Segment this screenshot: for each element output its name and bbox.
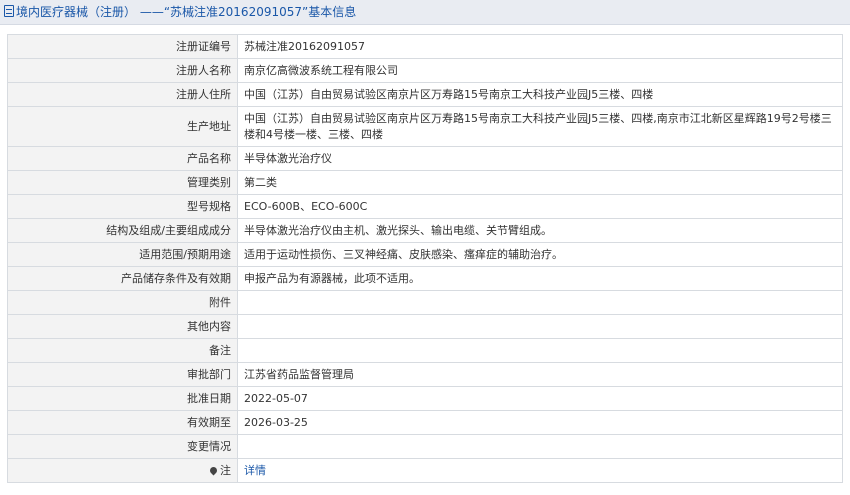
row-label: 有效期至 — [7, 410, 238, 435]
table-row: 其他内容 — [7, 314, 843, 339]
table-row: 变更情况 — [7, 434, 843, 459]
table-row: 有效期至 2026-03-25 — [7, 410, 843, 435]
table-row: 生产地址 中国（江苏）自由贸易试验区南京片区万寿路15号南京工大科技产业园J5三… — [7, 106, 843, 147]
row-label: 注册人住所 — [7, 82, 238, 107]
detail-link[interactable]: 详情 — [244, 464, 266, 477]
note-row: 注 详情 — [7, 458, 843, 483]
basic-info-table: 注册证编号 苏械注准20162091057 注册人名称 南京亿高微波系统工程有限… — [7, 34, 843, 483]
row-value: 中国（江苏）自由贸易试验区南京片区万寿路15号南京工大科技产业园J5三楼、四楼,… — [237, 106, 843, 147]
row-value: 2026-03-25 — [237, 410, 843, 435]
table-row: 注册人住所 中国（江苏）自由贸易试验区南京片区万寿路15号南京工大科技产业园J5… — [7, 82, 843, 107]
row-value: 半导体激光治疗仪由主机、激光探头、输出电缆、关节臂组成。 — [237, 218, 843, 243]
row-value: 半导体激光治疗仪 — [237, 146, 843, 171]
row-value: 南京亿高微波系统工程有限公司 — [237, 58, 843, 83]
row-value — [237, 434, 843, 459]
document-icon — [4, 5, 14, 17]
row-label: 产品名称 — [7, 146, 238, 171]
row-label: 附件 — [7, 290, 238, 315]
table-row: 审批部门 江苏省药品监督管理局 — [7, 362, 843, 387]
row-label: 注册证编号 — [7, 34, 238, 59]
row-value: ECO-600B、ECO-600C — [237, 194, 843, 219]
table-row: 管理类别 第二类 — [7, 170, 843, 195]
row-value — [237, 338, 843, 363]
row-label: 注册人名称 — [7, 58, 238, 83]
row-value: 适用于运动性损伤、三叉神经痛、皮肤感染、瘙痒症的辅助治疗。 — [237, 242, 843, 267]
table-row: 型号规格 ECO-600B、ECO-600C — [7, 194, 843, 219]
row-label: 结构及组成/主要组成成分 — [7, 218, 238, 243]
row-label: 批准日期 — [7, 386, 238, 411]
row-value — [237, 314, 843, 339]
table-row: 产品名称 半导体激光治疗仪 — [7, 146, 843, 171]
row-value: 中国（江苏）自由贸易试验区南京片区万寿路15号南京工大科技产业园J5三楼、四楼 — [237, 82, 843, 107]
note-label-cell: 注 — [7, 458, 238, 483]
pin-icon — [208, 465, 219, 475]
row-value — [237, 290, 843, 315]
row-label: 其他内容 — [7, 314, 238, 339]
table-row: 结构及组成/主要组成成分 半导体激光治疗仪由主机、激光探头、输出电缆、关节臂组成… — [7, 218, 843, 243]
table-row: 备注 — [7, 338, 843, 363]
note-label: 注 — [220, 463, 231, 477]
row-label: 审批部门 — [7, 362, 238, 387]
page-title: 境内医疗器械（注册） ——“苏械注准20162091057”基本信息 — [16, 5, 357, 19]
table-row: 产品储存条件及有效期 申报产品为有源器械，此项不适用。 — [7, 266, 843, 291]
row-value: 申报产品为有源器械，此项不适用。 — [237, 266, 843, 291]
row-label: 生产地址 — [7, 106, 238, 147]
table-row: 附件 — [7, 290, 843, 315]
row-value: 苏械注准20162091057 — [237, 34, 843, 59]
row-label: 管理类别 — [7, 170, 238, 195]
note-value-cell: 详情 — [237, 458, 843, 483]
row-label: 产品储存条件及有效期 — [7, 266, 238, 291]
page-header: 境内医疗器械（注册） ——“苏械注准20162091057”基本信息 — [0, 0, 850, 25]
row-label: 备注 — [7, 338, 238, 363]
table-row: 批准日期 2022-05-07 — [7, 386, 843, 411]
row-label: 型号规格 — [7, 194, 238, 219]
row-value: 第二类 — [237, 170, 843, 195]
row-label: 变更情况 — [7, 434, 238, 459]
table-row: 注册证编号 苏械注准20162091057 — [7, 34, 843, 59]
table-row: 适用范围/预期用途 适用于运动性损伤、三叉神经痛、皮肤感染、瘙痒症的辅助治疗。 — [7, 242, 843, 267]
row-value: 江苏省药品监督管理局 — [237, 362, 843, 387]
row-value: 2022-05-07 — [237, 386, 843, 411]
table-row: 注册人名称 南京亿高微波系统工程有限公司 — [7, 58, 843, 83]
row-label: 适用范围/预期用途 — [7, 242, 238, 267]
